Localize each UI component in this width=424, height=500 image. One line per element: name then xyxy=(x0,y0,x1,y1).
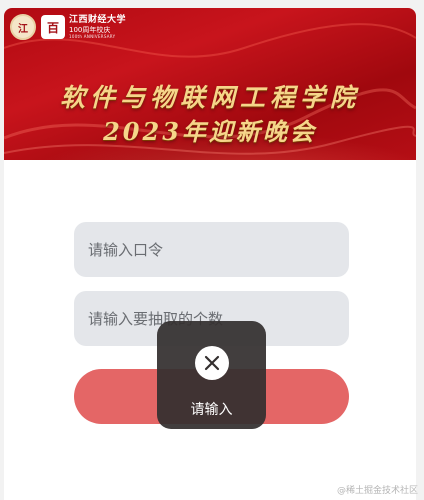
university-logo: 江 百 江西财经大学 100周年校庆 100th ANNIVERSARY xyxy=(10,14,126,40)
watermark: @稀土掘金技术社区 xyxy=(336,486,418,496)
error-toast: 请输入 xyxy=(157,321,266,429)
code-field[interactable] xyxy=(74,222,349,277)
toast-message: 请输入 xyxy=(190,402,233,418)
banner-title: 软件与物联网工程学院 xyxy=(59,83,360,112)
close-glyph xyxy=(204,355,220,371)
code-input[interactable] xyxy=(86,239,337,260)
anniversary-english: 100th ANNIVERSARY xyxy=(69,33,116,39)
logo-text: 江西财经大学 100周年校庆 100th ANNIVERSARY xyxy=(69,14,127,39)
anniversary-badge-icon: 百 xyxy=(41,15,65,39)
university-seal-icon: 江 xyxy=(10,14,36,40)
close-icon xyxy=(195,346,229,380)
anniversary-label: 100周年校庆 xyxy=(69,25,111,34)
university-name: 江西财经大学 xyxy=(69,14,127,25)
banner-subtitle: 2023年迎新晚会 xyxy=(103,117,317,146)
banner: 江 百 江西财经大学 100周年校庆 100th ANNIVERSARY 软件与… xyxy=(4,8,416,160)
